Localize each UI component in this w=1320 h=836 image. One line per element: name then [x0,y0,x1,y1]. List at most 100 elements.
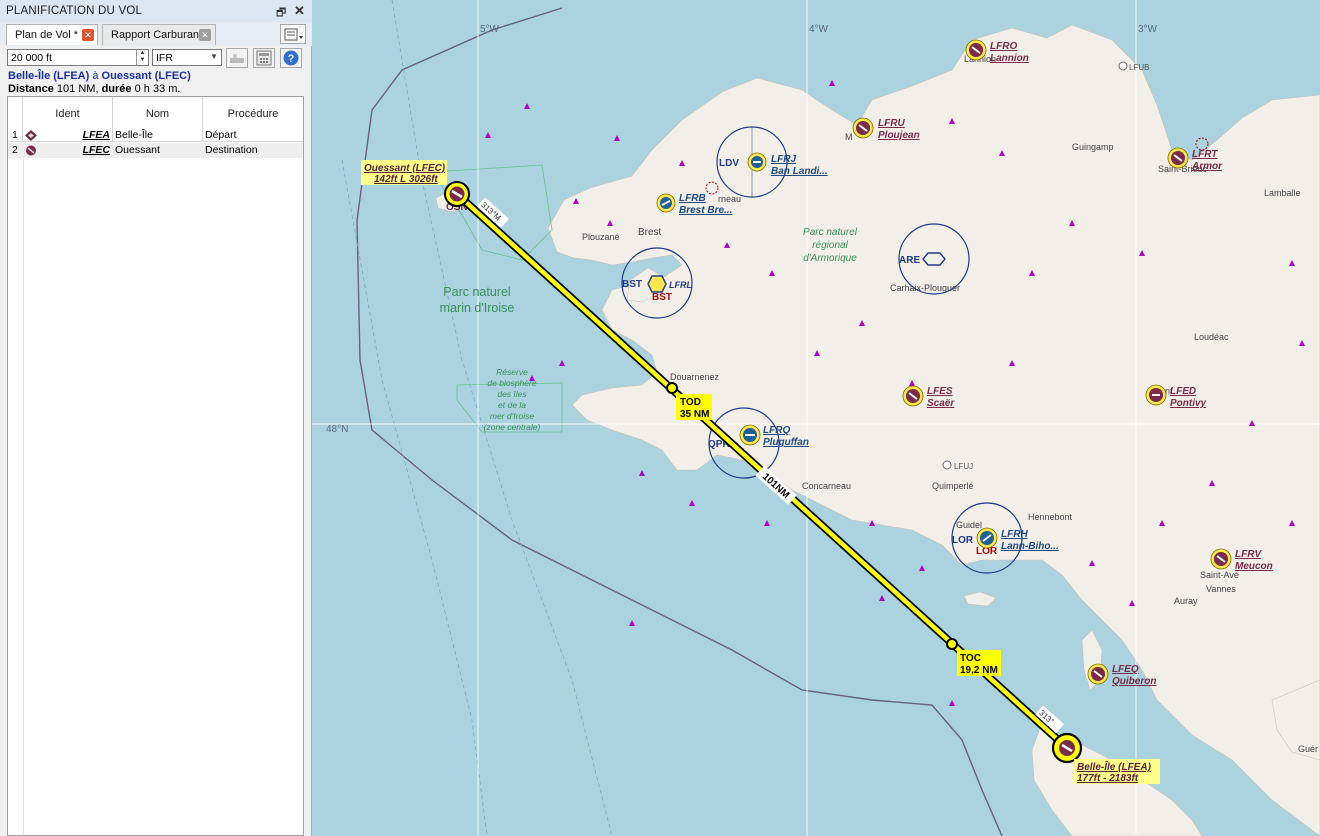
altitude-stepper[interactable]: ▲ ▼ [136,50,148,65]
row-number: 2 [12,144,18,156]
route-to: Ouessant (LFEC) [101,70,191,82]
panel-tabs: Plan de Vol * ✕ Rapport Carburant ✕ [0,22,312,46]
airport-lfes[interactable]: LFES Scaër [902,385,955,409]
document-menu-icon [284,28,303,41]
calculator-icon [256,50,272,66]
svg-text:(zone centrale): (zone centrale) [484,422,541,432]
svg-text:Meucon: Meucon [1235,561,1273,572]
svg-text:LDV: LDV [719,158,739,169]
svg-text:Belle-Île (LFEA): Belle-Île (LFEA) [1077,760,1152,773]
town-morlaix: M [845,132,853,142]
flight-plan-panel: PLANIFICATION DU VOL 🗗 ✕ Plan de Vol * ✕… [0,0,312,836]
calculator-button[interactable] [253,48,275,68]
svg-text:LFUB: LFUB [1129,63,1149,72]
svg-text:BST: BST [622,279,642,290]
svg-text:LFRB: LFRB [679,193,706,204]
departure-label: Belle-Île (LFEA) 177ft - 2183ft [1074,759,1160,784]
tab-fuel-report-label: Rapport Carburant [111,29,203,41]
tab-flight-plan[interactable]: Plan de Vol * ✕ [6,24,98,45]
map-view[interactable]: 5°W 4°W 3°W 48°N Parc naturel marin d'Ir… [312,0,1320,836]
tab-flight-plan-label: Plan de Vol * [15,29,78,41]
route-summary: Belle-Île (LFEA) à Ouessant (LFEC) Dista… [8,70,191,97]
lat-label: 48°N [326,424,348,435]
town-auray: Auray [1174,596,1198,606]
distance-label: Distance [8,83,54,95]
route-button[interactable] [226,48,248,68]
panel-title: PLANIFICATION DU VOL [6,5,143,17]
route-title: Belle-Île (LFEA) à Ouessant (LFEC) [8,70,191,83]
close-tab-icon[interactable]: ✕ [199,29,211,41]
close-panel-icon[interactable]: ✕ [294,3,305,19]
svg-text:Pluguffan: Pluguffan [763,437,809,448]
float-window-icon[interactable]: 🗗 [276,4,286,23]
svg-text:Ploujean: Ploujean [878,130,920,141]
route-icon [230,54,244,63]
town-guidel: Guidel [956,520,982,530]
lon-label: 4°W [809,24,829,35]
svg-text:LFES: LFES [927,386,953,397]
town-saint-ave: Saint-Avé [1200,570,1239,580]
svg-text:Parc naturel: Parc naturel [803,227,858,238]
svg-text:d'Armorique: d'Armorique [803,253,857,264]
distance-value: 101 NM [56,83,96,95]
duration-value: 0 h 33 m. [134,83,181,95]
svg-text:142ft L 3026ft: 142ft L 3026ft [374,174,438,185]
svg-text:Ouessant (LFEC): Ouessant (LFEC) [364,163,446,174]
town-landerneau: rneau [718,194,741,204]
row-procedure: Départ [205,129,237,141]
row-name: Ouessant [115,144,160,156]
town-guer: Guér [1298,744,1318,754]
altitude-value: 20 000 ft [11,52,52,64]
route-conjunction: à [92,70,99,82]
svg-text:régional: régional [812,240,848,251]
help-button[interactable]: ? [280,48,302,68]
tab-fuel-report[interactable]: Rapport Carburant ✕ [102,24,216,45]
town-loudeac: Loudéac [1194,332,1229,342]
distance-duration: Distance 101 NM, durée 0 h 33 m. [8,83,181,97]
departure-airport-marker[interactable] [1051,732,1083,764]
map-canvas[interactable]: 5°W 4°W 3°W 48°N Parc naturel marin d'Ir… [312,0,1320,836]
svg-text:Parc naturel: Parc naturel [443,285,510,299]
svg-text:Armor: Armor [1191,161,1223,172]
flight-rules-select[interactable]: IFR ▼ [152,49,222,66]
town-carhaix: Carhaix-Plouguer [890,283,960,293]
town-guingamp: Guingamp [1072,142,1114,152]
svg-text:Ban Landi...: Ban Landi... [771,166,828,177]
svg-text:TOC: TOC [960,653,981,664]
svg-text:et de la: et de la [498,400,526,410]
town-hennebont: Hennebont [1028,512,1073,522]
table-row[interactable]: 1 LFEA Belle-Île Départ [8,128,303,143]
svg-text:LFRV: LFRV [1235,549,1262,560]
chevron-down-icon: ▼ [210,52,218,61]
town-vannes: Vannes [1206,584,1236,594]
svg-text:35 NM: 35 NM [680,409,709,420]
town-lamballe: Lamballe [1264,188,1301,198]
svg-text:?: ? [288,53,295,65]
svg-text:LFRU: LFRU [878,118,905,129]
close-tab-icon[interactable]: ✕ [82,29,94,41]
svg-text:LFED: LFED [1170,386,1196,397]
svg-text:LFRO: LFRO [990,41,1017,52]
destination-label: Ouessant (LFEC) 142ft L 3026ft [361,160,447,185]
svg-text:ARE: ARE [899,255,920,266]
svg-text:Réserve: Réserve [496,367,528,377]
flight-plan-toolbar: 20 000 ft ▲ ▼ IFR ▼ ? [0,46,312,70]
svg-text:de biosphère: de biosphère [487,378,536,388]
svg-text:LFUJ: LFUJ [954,462,973,471]
svg-text:LFRH: LFRH [1001,529,1028,540]
row-ident: LFEA [82,129,110,141]
route-from: Belle-Île (LFEA) [8,70,90,82]
altitude-input[interactable]: 20 000 ft ▲ ▼ [7,49,149,66]
table-row[interactable]: 2 LFEC Ouessant Destination [8,143,303,158]
panel-title-bar: PLANIFICATION DU VOL 🗗 ✕ [0,0,312,23]
svg-text:Quiberon: Quiberon [1112,676,1156,687]
svg-text:mer d'Iroise: mer d'Iroise [490,411,534,421]
panel-menu-button[interactable] [280,24,306,44]
svg-text:LFRQ: LFRQ [763,425,790,436]
waypoint-table: Ident Nom Procédure 1 LFEA Belle-Île Dép… [7,96,304,836]
svg-text:LFRT: LFRT [1192,149,1218,160]
lon-label: 3°W [1138,24,1158,35]
lon-label: 5°W [480,24,500,35]
duration-label: durée [101,83,132,95]
destination-airport-marker[interactable] [444,181,470,207]
